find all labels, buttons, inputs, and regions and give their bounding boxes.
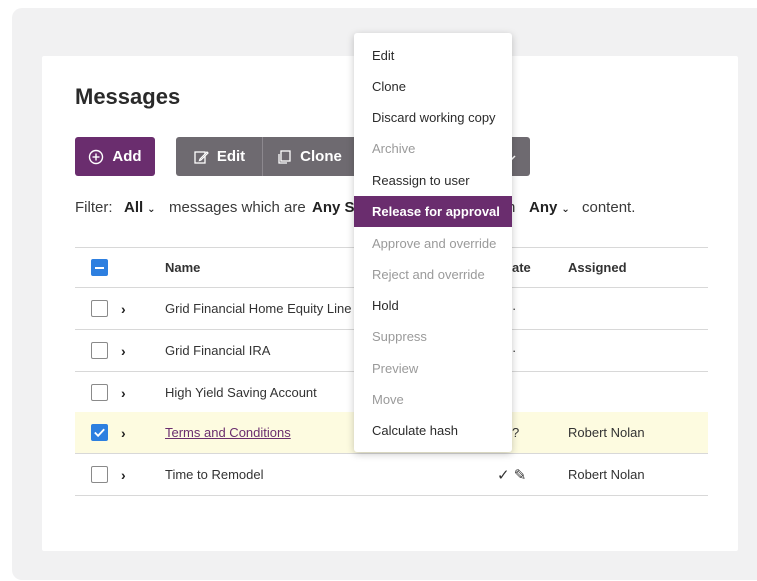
row-name: Grid Financial IRA bbox=[165, 343, 271, 358]
menu-item-suppress: Suppress bbox=[372, 328, 427, 344]
expand-chevron-icon[interactable]: › bbox=[121, 330, 126, 371]
filter-middle-text: messages which are bbox=[169, 199, 306, 216]
menu-item-discard-working-copy[interactable]: Discard working copy bbox=[354, 102, 512, 132]
menu-item-clone[interactable]: Clone bbox=[354, 71, 512, 101]
menu-item-preview: Preview bbox=[372, 360, 419, 376]
menu-item-reassign-to-user[interactable]: Reassign to user bbox=[354, 165, 512, 195]
row-state-icons: ✓ ✎ bbox=[497, 466, 527, 484]
expand-chevron-icon[interactable]: › bbox=[121, 454, 126, 495]
filter-suffix: content. bbox=[582, 199, 636, 216]
column-header-state[interactable]: ate bbox=[512, 248, 531, 287]
add-button-label: Add bbox=[112, 148, 142, 165]
plus-circle-icon bbox=[89, 149, 104, 164]
row-name-link[interactable]: Terms and Conditions bbox=[165, 412, 291, 453]
row-assigned: Robert Nolan bbox=[568, 425, 645, 440]
chevron-down-icon: ⌄ bbox=[147, 204, 156, 215]
column-header-assigned[interactable]: Assigned bbox=[568, 248, 627, 287]
filter-content-value: Any bbox=[529, 199, 558, 216]
row-state-icon: · bbox=[512, 301, 517, 316]
expand-chevron-icon[interactable]: › bbox=[121, 412, 126, 453]
menu-item-release-for-approval[interactable]: Release for approval bbox=[354, 196, 512, 227]
filter-label: Filter: bbox=[75, 199, 113, 216]
row-checkbox[interactable] bbox=[91, 300, 108, 317]
expand-chevron-icon[interactable]: › bbox=[121, 288, 126, 329]
page-title: Messages bbox=[75, 84, 181, 109]
filter-all-value: All bbox=[124, 199, 144, 216]
column-header-name[interactable]: Name bbox=[165, 248, 200, 287]
row-name: Time to Remodel bbox=[165, 467, 264, 482]
filter-content-dropdown[interactable]: Any ⌄ bbox=[529, 199, 570, 216]
menu-item-edit[interactable]: Edit bbox=[354, 40, 512, 70]
menu-item-move: Move bbox=[372, 391, 404, 407]
clone-button[interactable]: Clone bbox=[263, 137, 355, 176]
clone-button-label: Clone bbox=[300, 148, 342, 165]
row-assigned: Robert Nolan bbox=[568, 467, 645, 482]
row-checkbox[interactable] bbox=[91, 342, 108, 359]
row-checkbox[interactable] bbox=[91, 466, 108, 483]
select-all-checkbox[interactable] bbox=[91, 259, 108, 276]
filter-all-dropdown[interactable]: All ⌄ bbox=[124, 199, 156, 216]
table-row[interactable]: › Time to Remodel ✓ ✎ Robert Nolan bbox=[75, 454, 708, 496]
row-name: Grid Financial Home Equity Line o bbox=[165, 301, 363, 316]
menu-item-reject-and-override: Reject and override bbox=[372, 266, 485, 282]
menu-item-approve-and-override: Approve and override bbox=[372, 235, 497, 251]
row-state-icon: · bbox=[512, 343, 517, 358]
clone-icon bbox=[278, 149, 291, 164]
edit-button[interactable]: Edit bbox=[176, 137, 262, 176]
row-state-icon: ? bbox=[512, 425, 520, 440]
actions-context-menu: Edit Clone Discard working copy Archive … bbox=[354, 33, 512, 452]
menu-item-archive: Archive bbox=[372, 140, 416, 156]
menu-item-hold[interactable]: Hold bbox=[354, 290, 512, 320]
row-checkbox-checked[interactable] bbox=[91, 424, 108, 441]
expand-chevron-icon[interactable]: › bbox=[121, 372, 126, 413]
row-checkbox[interactable] bbox=[91, 384, 108, 401]
edit-button-label: Edit bbox=[216, 148, 246, 165]
row-name: High Yield Saving Account bbox=[165, 385, 317, 400]
edit-icon bbox=[194, 150, 209, 164]
menu-item-calculate-hash[interactable]: Calculate hash bbox=[354, 415, 512, 445]
add-button[interactable]: Add bbox=[75, 137, 155, 176]
filter-status-dropdown[interactable]: Any St bbox=[312, 199, 360, 216]
checkmark-icon bbox=[94, 428, 105, 438]
chevron-down-icon: ⌄ bbox=[561, 204, 570, 215]
